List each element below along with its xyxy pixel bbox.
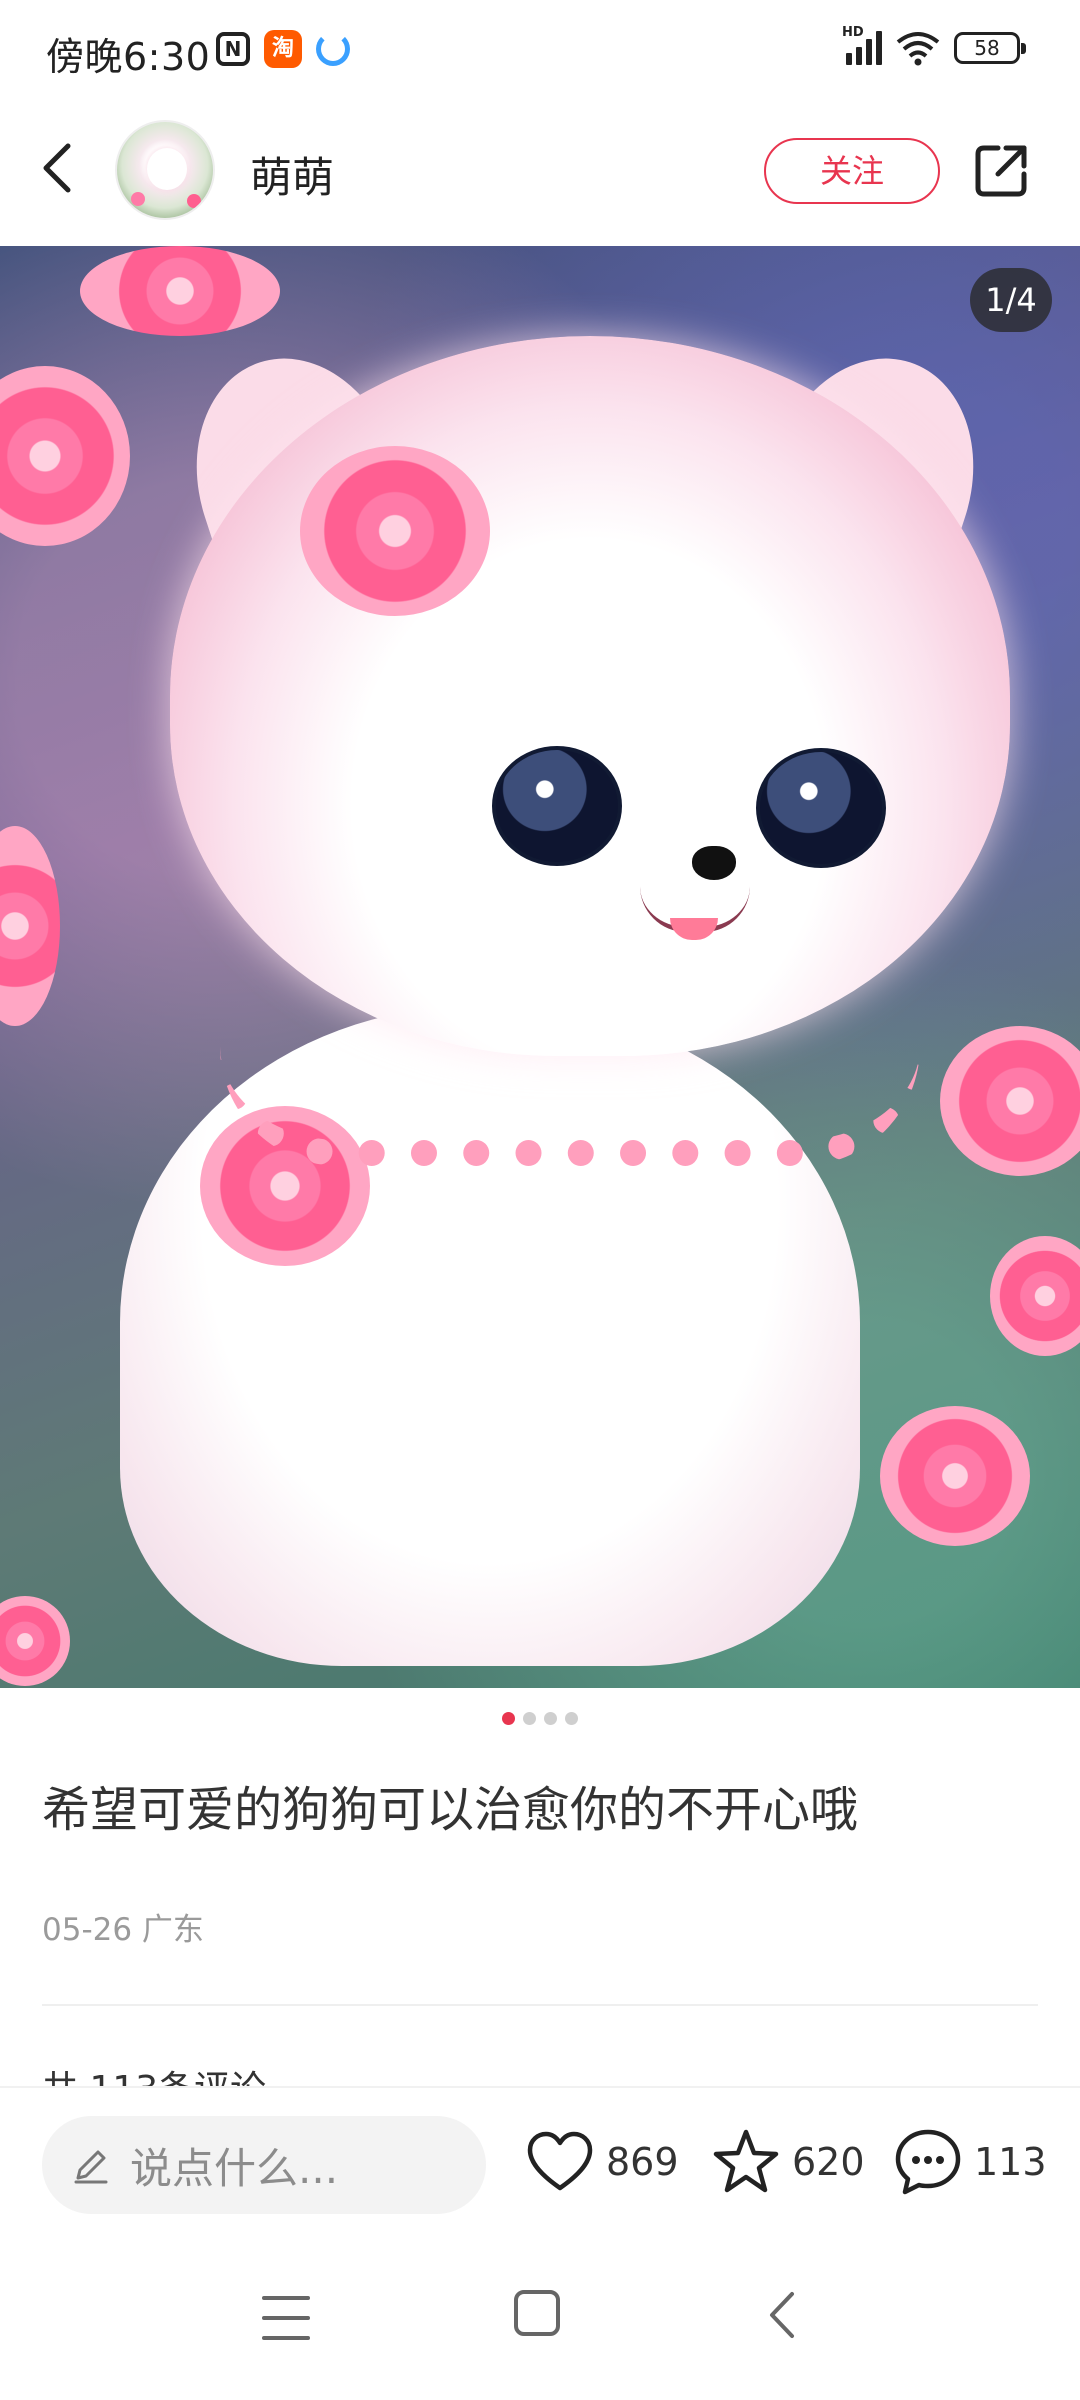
post-image-carousel[interactable]: 1/4 — [0, 246, 1080, 1688]
star-icon — [713, 2129, 779, 2193]
app-notification-icon — [316, 32, 350, 66]
favorite-count: 620 — [792, 2140, 865, 2184]
comment-count: 共 113条评论 — [42, 2060, 266, 2088]
carousel-dot[interactable] — [544, 1712, 557, 1725]
follow-button[interactable]: 关注 — [764, 138, 940, 204]
rose-decoration — [880, 1406, 1030, 1546]
like-count: 869 — [606, 2140, 679, 2184]
divider — [42, 2004, 1038, 2006]
system-navigation-bar — [0, 2246, 1080, 2400]
post-header: 萌萌 关注 — [0, 100, 1080, 246]
author-name[interactable]: 萌萌 — [250, 144, 334, 205]
signal-icon: HD — [842, 25, 882, 65]
dog-head — [170, 336, 1010, 1056]
wifi-icon — [896, 32, 940, 66]
image-counter: 1/4 — [970, 268, 1052, 332]
taobao-icon: 淘 — [264, 30, 302, 68]
like-button[interactable]: 869 — [524, 2126, 679, 2198]
dog-eye — [756, 748, 886, 868]
carousel-dot[interactable] — [565, 1712, 578, 1725]
pencil-icon — [74, 2150, 108, 2184]
dog-nose — [692, 846, 736, 880]
chat-bubble-icon — [895, 2129, 961, 2195]
battery-icon: 58 — [954, 32, 1026, 64]
dog-necklace — [220, 1046, 920, 1166]
comment-count-badge: 113 — [974, 2140, 1047, 2184]
head-flower — [300, 446, 490, 616]
status-notification-icons: N 淘 — [216, 30, 350, 68]
comment-input[interactable]: 说点什么... — [42, 2116, 486, 2214]
carousel-indicator — [0, 1712, 1080, 1725]
status-indicators: HD 58 — [842, 25, 1026, 66]
favorite-button[interactable]: 620 — [710, 2126, 865, 2198]
post-meta: 05-26 广东 — [42, 1912, 204, 1948]
home-button[interactable] — [514, 2290, 560, 2336]
hd-label: HD — [842, 25, 864, 40]
status-bar: 傍晚6:30 N 淘 HD 58 — [0, 0, 1080, 100]
system-back-button[interactable] — [762, 2290, 802, 2340]
back-button[interactable] — [30, 138, 90, 198]
carousel-dot[interactable] — [523, 1712, 536, 1725]
nfc-icon: N — [216, 32, 250, 66]
post-title: 希望可爱的狗狗可以治愈你的不开心哦 — [42, 1782, 859, 1838]
dog-eye — [492, 746, 622, 866]
avatar[interactable] — [115, 120, 215, 220]
bottom-action-bar: 说点什么... 869 620 113 — [0, 2086, 1080, 2246]
share-button[interactable] — [970, 140, 1032, 202]
rose-decoration — [80, 246, 280, 336]
heart-icon — [527, 2131, 593, 2191]
comment-button[interactable]: 113 — [892, 2126, 1047, 2198]
recent-apps-button[interactable] — [262, 2296, 312, 2340]
status-time: 傍晚6:30 — [46, 35, 211, 79]
comment-placeholder: 说点什么... — [130, 2143, 339, 2193]
carousel-dot[interactable] — [502, 1712, 515, 1725]
